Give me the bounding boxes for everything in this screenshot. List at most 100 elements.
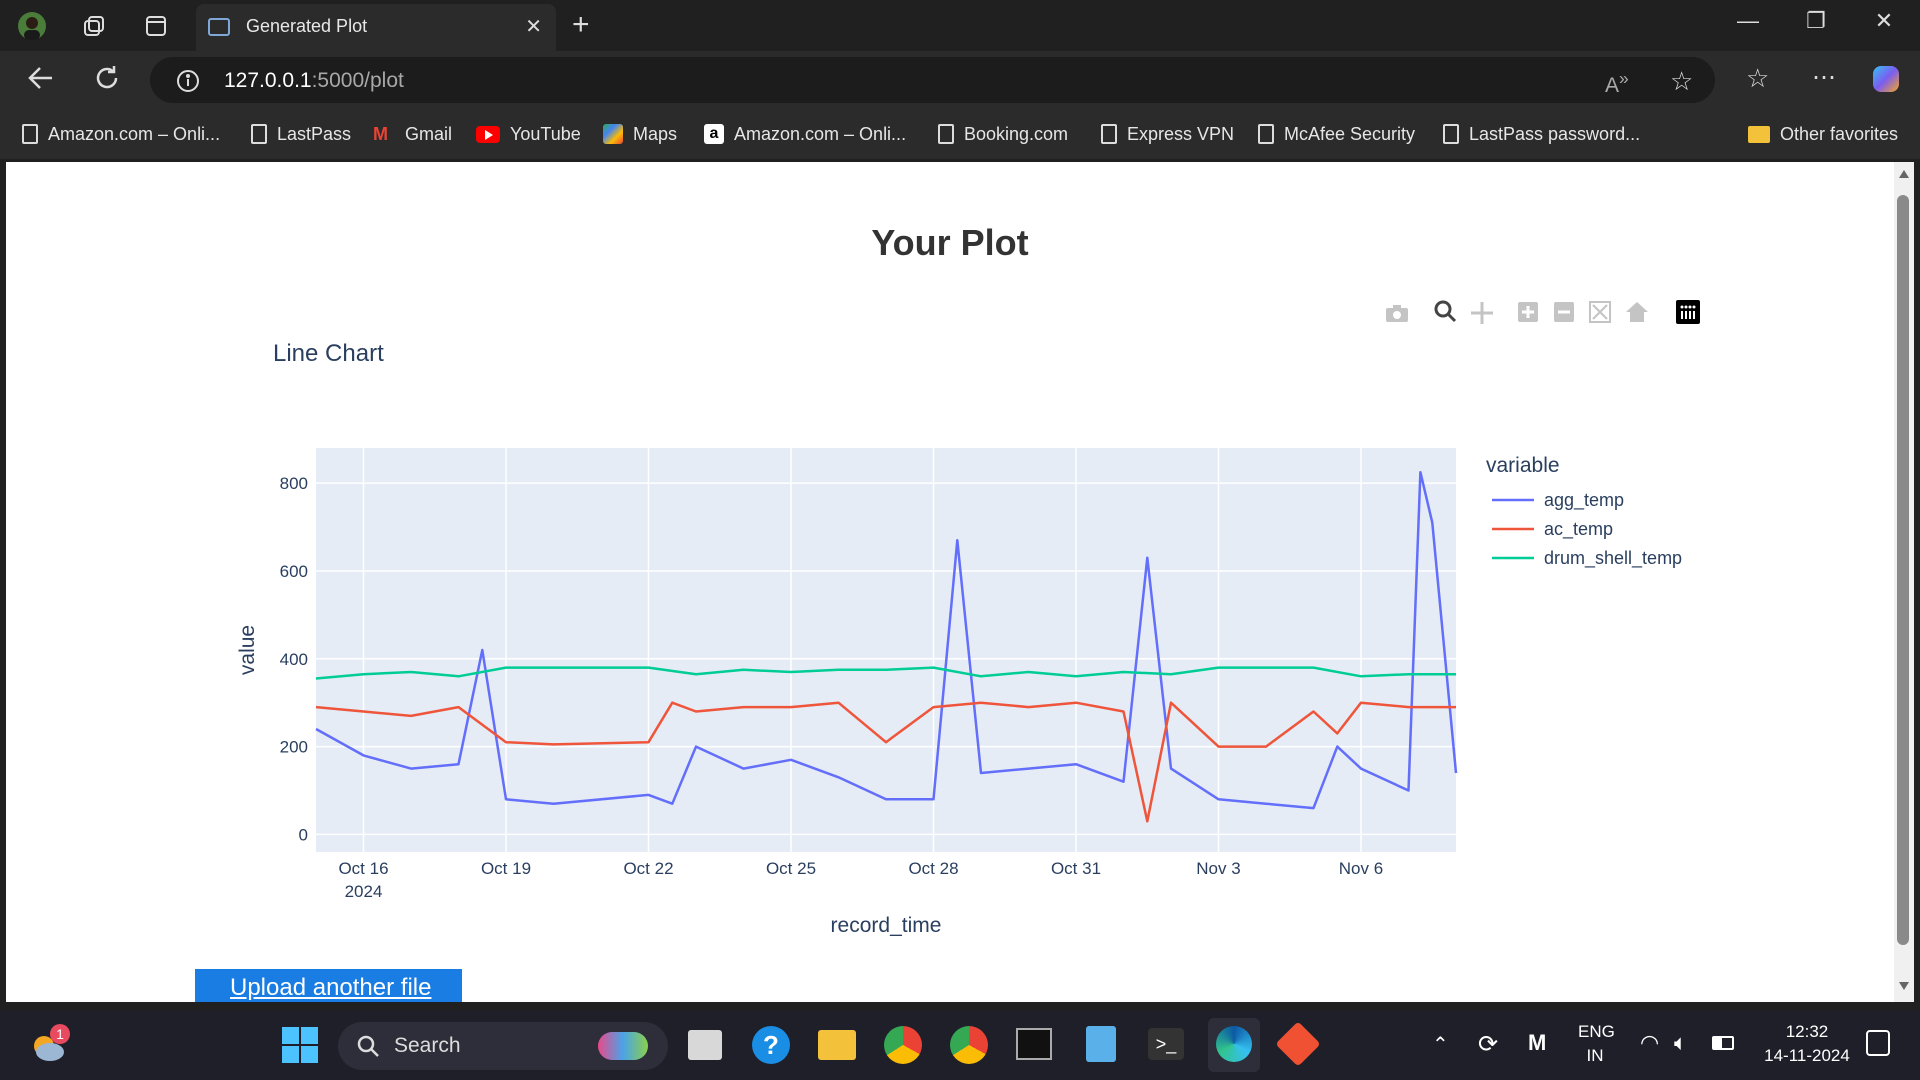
gmail-icon: M <box>373 124 388 144</box>
back-icon[interactable] <box>26 63 56 98</box>
bookmark-booking[interactable]: Booking.com <box>938 122 1068 146</box>
amazon-icon: a <box>704 124 724 144</box>
document-icon <box>251 124 267 144</box>
bookmark-label: McAfee Security <box>1284 123 1416 144</box>
plotly-logo-icon[interactable] <box>1676 300 1700 324</box>
document-icon <box>938 124 954 144</box>
sync-icon[interactable]: ⟳ <box>1478 1030 1498 1059</box>
command-prompt-icon[interactable] <box>1016 1028 1052 1060</box>
bookmark-amazon-1[interactable]: Amazon.com – Onli... <box>22 122 220 146</box>
y-axis-ticks: 0 200 400 600 800 <box>280 474 308 844</box>
bookmark-gmail[interactable]: M Gmail <box>373 122 452 146</box>
new-tab-icon[interactable]: + <box>572 8 590 42</box>
volume-icon[interactable]: 🔈︎ <box>1674 1030 1687 1056</box>
bookmark-lastpass-password[interactable]: LastPass password... <box>1443 122 1640 146</box>
bookmark-label: Amazon.com – Onli... <box>48 123 221 144</box>
zoom-in-icon[interactable] <box>1518 302 1538 322</box>
url-text[interactable]: 127.0.0.1:5000/plot <box>224 69 404 93</box>
line-chart[interactable]: Line Chart 0200400600800 Oct 162024Oct 1… <box>196 294 1724 970</box>
plot-area[interactable] <box>316 448 1456 852</box>
camera-icon[interactable] <box>1386 305 1408 322</box>
bookmark-mcafee[interactable]: McAfee Security <box>1258 122 1415 146</box>
help-icon[interactable]: ? <box>752 1026 790 1064</box>
document-icon <box>1101 124 1117 144</box>
battery-icon[interactable] <box>1712 1036 1734 1050</box>
terminal-icon[interactable]: >_ <box>1148 1028 1184 1060</box>
youtube-icon <box>476 125 500 143</box>
legend-label-drum_shell_temp[interactable]: drum_shell_temp <box>1544 548 1682 569</box>
x-tick-label: Oct 22 <box>623 859 673 878</box>
zoom-icon[interactable] <box>1434 300 1457 323</box>
other-favorites-label: Other favorites <box>1780 123 1899 144</box>
upload-another-file-link[interactable]: Upload another file <box>195 969 462 1002</box>
upload-link-bar[interactable]: Upload another file <box>195 969 462 1002</box>
edge-browser-icon[interactable] <box>1208 1018 1260 1072</box>
scroll-up-icon[interactable] <box>1899 170 1909 178</box>
wifi-icon[interactable]: ◠ <box>1640 1030 1659 1056</box>
x-axis-label: record_time <box>831 914 942 937</box>
search-highlight-icon <box>598 1032 648 1060</box>
show-hidden-icons-icon[interactable]: ⌃ <box>1432 1032 1449 1057</box>
read-aloud-icon[interactable]: A» <box>1605 68 1629 98</box>
legend-label-agg_temp[interactable]: agg_temp <box>1544 490 1624 511</box>
navigation-bar: 127.0.0.1:5000/plot A» ☆ ☆ ⋯ <box>0 51 1920 109</box>
favorites-icon[interactable]: ☆ <box>1746 63 1769 94</box>
weather-widget-icon[interactable]: 1 <box>28 1024 70 1071</box>
workspaces-icon[interactable] <box>80 12 108 40</box>
scroll-thumb[interactable] <box>1897 195 1909 945</box>
task-view-icon[interactable] <box>688 1030 722 1060</box>
profile-avatar[interactable] <box>18 12 46 40</box>
legend-label-ac_temp[interactable]: ac_temp <box>1544 519 1613 540</box>
more-options-icon[interactable]: ⋯ <box>1812 63 1836 92</box>
clock[interactable]: 12:32 14-11-2024 <box>1752 1022 1862 1066</box>
legend-title: variable <box>1486 454 1560 477</box>
bookmark-expressvpn[interactable]: Express VPN <box>1101 122 1234 146</box>
clock-time: 12:32 <box>1785 1022 1829 1041</box>
bookmarks-bar: Amazon.com – Onli... LastPass M Gmail You… <box>0 109 1920 159</box>
tab-generated-plot[interactable]: Generated Plot ✕ <box>196 4 556 51</box>
bookmark-amazon-2[interactable]: a Amazon.com – Onli... <box>704 122 906 146</box>
minimize-icon[interactable]: — <box>1728 8 1768 34</box>
site-info-icon[interactable] <box>176 69 200 98</box>
restore-icon[interactable]: ❐ <box>1796 8 1836 34</box>
x-axis-ticks: Oct 16 2024 Oct 19 Oct 22 Oct 25 Oct 28 Oct 31… <box>338 859 1383 901</box>
file-explorer-icon[interactable] <box>818 1030 856 1060</box>
favorite-star-icon[interactable]: ☆ <box>1670 66 1693 97</box>
scroll-down-icon[interactable] <box>1899 982 1909 990</box>
zoom-out-icon[interactable] <box>1554 302 1574 322</box>
browser-title-bar: Generated Plot ✕ + — ❐ ✕ <box>0 0 1920 51</box>
address-bar[interactable]: 127.0.0.1:5000/plot A» ☆ <box>150 57 1715 103</box>
chart-title: Line Chart <box>273 340 384 367</box>
copilot-icon[interactable] <box>1870 63 1902 100</box>
close-window-icon[interactable]: ✕ <box>1864 8 1904 34</box>
bookmark-label: YouTube <box>510 123 581 144</box>
y-tick-label: 0 <box>299 825 308 844</box>
legend: variable agg_temp ac_temp drum_shell_temp <box>1486 454 1682 569</box>
plot-modebar <box>1386 300 1700 324</box>
git-icon[interactable] <box>1275 1021 1321 1067</box>
notepad-icon[interactable] <box>1086 1026 1116 1062</box>
x-tick-label: Oct 28 <box>908 859 958 878</box>
reset-axes-home-icon[interactable] <box>1626 302 1648 322</box>
bookmark-label: Maps <box>633 123 678 144</box>
tab-actions-icon[interactable] <box>142 12 170 40</box>
other-favorites[interactable]: Other favorites <box>1748 122 1898 146</box>
chrome-profile-s-icon[interactable] <box>884 1026 922 1064</box>
mcafee-tray-icon[interactable]: M <box>1528 1030 1546 1056</box>
autoscale-icon[interactable] <box>1589 301 1611 323</box>
language-indicator[interactable]: ENG IN <box>1578 1022 1615 1066</box>
bookmark-youtube[interactable]: YouTube <box>476 122 581 146</box>
bookmark-lastpass[interactable]: LastPass <box>251 122 351 146</box>
bookmark-label: Amazon.com – Onli... <box>734 123 907 144</box>
x-tick-label: Oct 25 <box>766 859 816 878</box>
bookmark-maps[interactable]: Maps <box>603 122 677 146</box>
taskbar-search[interactable]: Search <box>338 1022 668 1070</box>
chrome-profile-a-icon[interactable] <box>950 1026 988 1064</box>
windows-start-icon[interactable] <box>282 1027 318 1063</box>
close-tab-icon[interactable]: ✕ <box>525 14 542 39</box>
notifications-icon[interactable] <box>1866 1030 1890 1056</box>
bookmark-label: LastPass password... <box>1469 123 1641 144</box>
refresh-icon[interactable] <box>92 63 122 98</box>
y-tick-label: 800 <box>280 474 308 493</box>
pan-icon[interactable] <box>1471 302 1493 324</box>
